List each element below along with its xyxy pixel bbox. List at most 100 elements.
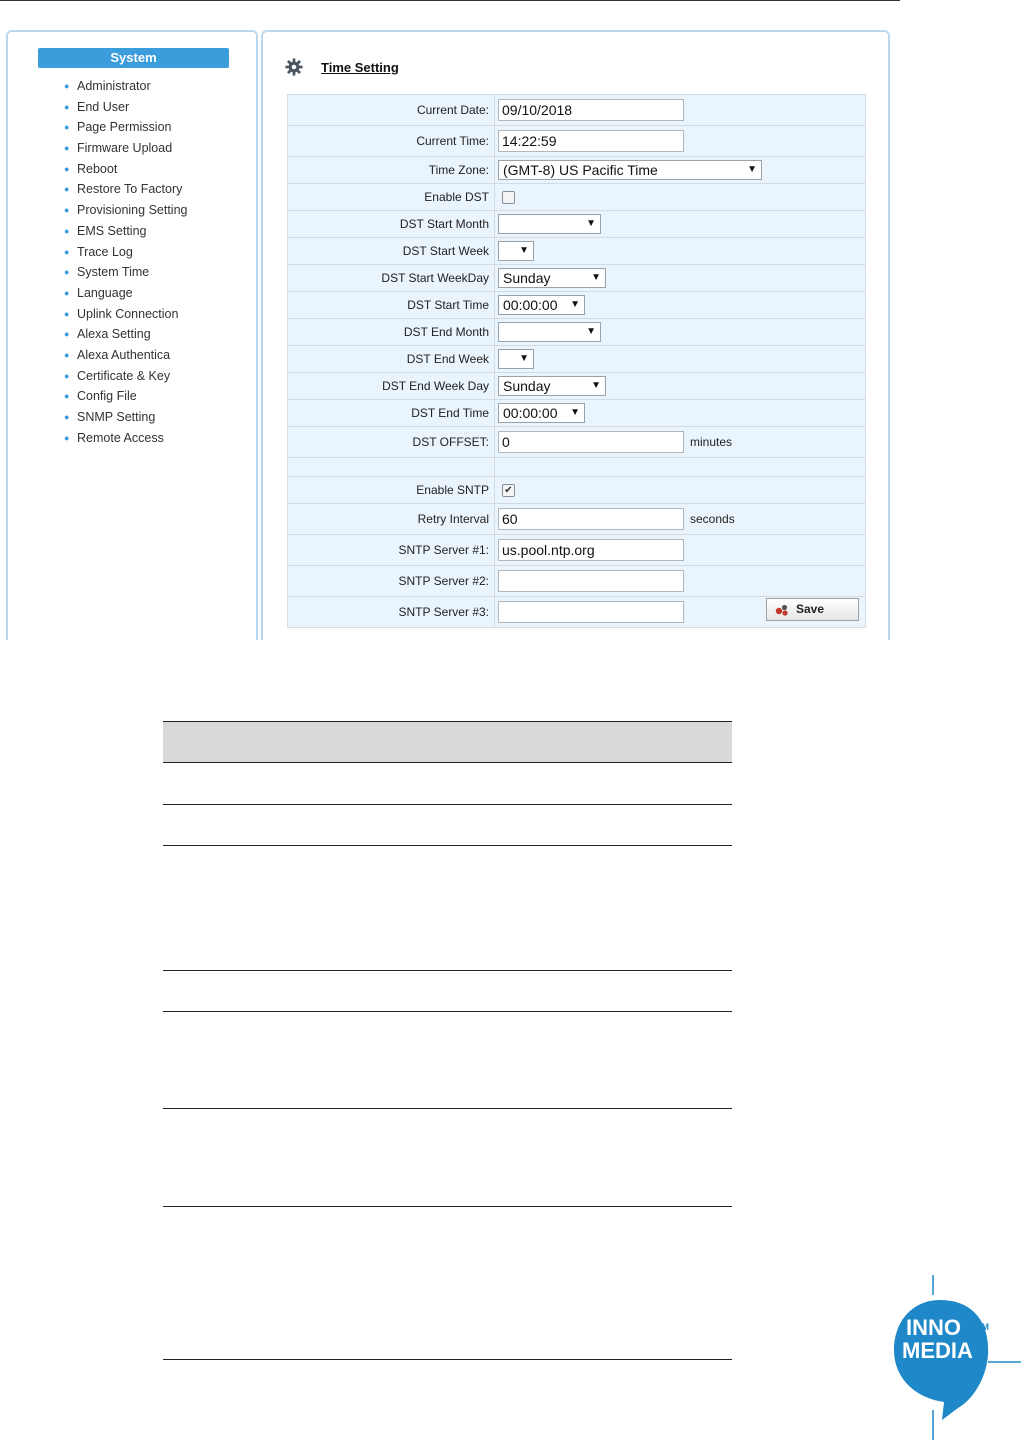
sidebar-item-uplink-connection[interactable]: ● Uplink Connection [60, 304, 187, 325]
bullet-icon: ● [64, 370, 70, 381]
retry-interval-input[interactable]: 60 [498, 508, 684, 530]
sidebar-item-config-file[interactable]: ● Config File [60, 386, 187, 407]
row-retry-interval: Retry Interval 60 seconds [287, 503, 866, 535]
sidebar-item-label: Reboot [77, 161, 118, 176]
sntp-server-1-label: SNTP Server #1: [287, 534, 495, 566]
row-dst-end-weekday: DST End Week Day Sunday ▼ [287, 372, 866, 400]
bullet-icon: ● [64, 329, 70, 340]
sidebar-item-ems-setting[interactable]: ● EMS Setting [60, 221, 187, 242]
sidebar-item-label: System Time [77, 265, 150, 280]
sidebar-item-firmware-upload[interactable]: ● Firmware Upload [60, 138, 187, 159]
sidebar-item-label: Provisioning Setting [77, 203, 188, 218]
row-time-zone: Time Zone: (GMT-8) US Pacific Time ▼ [287, 156, 866, 184]
dropdown-arrow-icon: ▼ [586, 326, 596, 337]
dst-end-weekday-select[interactable]: Sunday ▼ [498, 376, 606, 396]
bullet-icon: ● [64, 349, 70, 360]
enable-sntp-checkbox[interactable]: ✔ [502, 484, 515, 498]
bullet-icon: ● [64, 101, 70, 112]
save-button[interactable]: Save [766, 598, 859, 621]
sidebar-item-label: Alexa Setting [77, 327, 151, 342]
doc-table-rule [163, 1206, 732, 1207]
page-top-rule [0, 0, 900, 1]
sidebar-item-page-permission[interactable]: ● Page Permission [60, 117, 187, 138]
sntp-server-3-input[interactable] [498, 601, 684, 623]
row-dst-end-time: DST End Time 00:00:00 ▼ [287, 399, 866, 427]
dst-offset-unit: minutes [690, 435, 733, 449]
dst-start-weekday-label: DST Start WeekDay [287, 264, 495, 292]
dst-end-time-select[interactable]: 00:00:00 ▼ [498, 403, 585, 423]
time-zone-select[interactable]: (GMT-8) US Pacific Time ▼ [498, 160, 762, 180]
row-spacer [287, 457, 866, 477]
dst-offset-input[interactable]: 0 [498, 431, 684, 453]
retry-interval-unit: seconds [690, 512, 735, 526]
dropdown-arrow-icon: ▼ [586, 218, 596, 229]
title-row: Time Setting [285, 58, 399, 76]
row-enable-dst: Enable DST [287, 183, 866, 211]
doc-table-rule [163, 1108, 732, 1109]
time-settings-table: Current Date: 09/10/2018 Current Time: 1… [287, 94, 866, 628]
sidebar-item-label: Uplink Connection [77, 306, 179, 321]
bullet-icon: ● [64, 412, 70, 422]
doc-table-rule [163, 1359, 732, 1360]
dst-end-weekday-value: Sunday [503, 378, 551, 394]
sidebar-menu: ● Administrator ● End User ● Page Permissio… [60, 76, 187, 448]
sidebar-item-certificate-key[interactable]: ● Certificate & Key [60, 366, 187, 387]
sidebar-item-label: Restore To Factory [77, 182, 183, 197]
sidebar-item-label: Alexa Authentica [77, 347, 171, 362]
sidebar-item-label: Config File [77, 389, 137, 404]
sidebar-item-provisioning-setting[interactable]: ● Provisioning Setting [60, 200, 187, 221]
bullet-icon: ● [64, 432, 70, 443]
bullet-icon: ● [64, 246, 70, 257]
sidebar-item-trace-log[interactable]: ● Trace Log [60, 242, 187, 263]
row-dst-offset: DST OFFSET: 0 minutes [287, 426, 866, 458]
sidebar-item-alexa-setting[interactable]: ● Alexa Setting [60, 324, 187, 345]
bullet-icon: ● [64, 163, 70, 174]
sidebar-item-label: Remote Access [77, 430, 164, 445]
bullet-icon: ● [64, 225, 70, 236]
sntp-server-2-label: SNTP Server #2: [287, 565, 495, 597]
sidebar-item-label: Firmware Upload [77, 141, 173, 156]
sidebar-item-reboot[interactable]: ● Reboot [60, 159, 187, 180]
current-time-input[interactable]: 14:22:59 [498, 130, 684, 152]
row-dst-end-week: DST End Week ▼ [287, 345, 866, 373]
dst-start-time-select[interactable]: 00:00:00 ▼ [498, 295, 585, 315]
sidebar-item-language[interactable]: ● Language [60, 283, 187, 304]
dst-start-weekday-select[interactable]: Sunday ▼ [498, 268, 606, 288]
dst-end-week-label: DST End Week [287, 345, 495, 373]
sidebar-item-system-time[interactable]: ● System Time [60, 262, 187, 283]
dst-start-time-value: 00:00:00 [503, 297, 558, 313]
doc-table-header [163, 721, 732, 763]
current-date-label: Current Date: [287, 94, 495, 126]
current-date-input[interactable]: 09/10/2018 [498, 99, 684, 121]
sidebar-item-restore-to-factory[interactable]: ● Restore To Factory [60, 179, 187, 200]
dst-end-month-label: DST End Month [287, 318, 495, 346]
enable-dst-checkbox[interactable] [502, 191, 515, 205]
dst-end-week-select[interactable]: ▼ [498, 349, 534, 369]
save-icon [775, 604, 788, 616]
dst-end-time-value: 00:00:00 [503, 405, 558, 421]
sidebar-item-snmp-setting[interactable]: ● SNMP Setting [60, 407, 187, 428]
dst-end-month-select[interactable]: ▼ [498, 322, 601, 342]
bullet-icon: ● [64, 143, 70, 154]
logo-text-media: MEDIA [902, 1338, 973, 1363]
sidebar-item-remote-access[interactable]: ● Remote Access [60, 428, 187, 449]
current-time-label: Current Time: [287, 125, 495, 157]
sntp-server-2-input[interactable] [498, 570, 684, 592]
dst-start-week-select[interactable]: ▼ [498, 241, 534, 261]
dropdown-arrow-icon: ▼ [591, 380, 601, 391]
bullet-icon: ● [64, 184, 70, 195]
sntp-server-1-input[interactable]: us.pool.ntp.org [498, 539, 684, 561]
sidebar-item-label: Page Permission [77, 120, 172, 135]
dst-start-week-label: DST Start Week [287, 237, 495, 265]
doc-table-rule [163, 1011, 732, 1012]
row-enable-sntp: Enable SNTP ✔ [287, 476, 866, 504]
sidebar-item-alexa-authentica[interactable]: ● Alexa Authentica [60, 345, 187, 366]
sidebar-item-end-user[interactable]: ● End User [60, 97, 187, 118]
check-icon: ✔ [504, 485, 513, 497]
sidebar-item-administrator[interactable]: ● Administrator [60, 76, 187, 97]
dst-start-month-select[interactable]: ▼ [498, 214, 601, 234]
bullet-icon: ● [64, 287, 70, 298]
retry-interval-label: Retry Interval [287, 503, 495, 535]
page-title[interactable]: Time Setting [321, 60, 399, 75]
dropdown-arrow-icon: ▼ [519, 245, 529, 256]
